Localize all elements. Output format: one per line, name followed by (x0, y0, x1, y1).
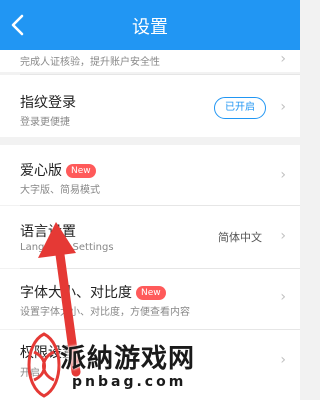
language-label: 语言设置 (20, 224, 76, 240)
chevron-right-icon: › (280, 289, 286, 305)
love-edition-text: 爱心版 (20, 163, 62, 179)
section-gap (0, 137, 300, 145)
page-title: 设置 (132, 17, 168, 38)
chevron-right-icon: › (280, 99, 286, 115)
watermark-url: pnbag.com (72, 374, 187, 390)
watermark-logo: 派納游戏网 (60, 344, 196, 374)
language-value: 简体中文 (218, 231, 262, 244)
new-badge: New (136, 286, 166, 300)
chevron-right-icon: › (280, 228, 286, 244)
language-subtitle: Language Settings (20, 242, 114, 253)
chevron-right-icon: › (280, 167, 286, 183)
fingerprint-label: 指纹登录 (20, 95, 76, 111)
font-size-subtitle: 设置字体大小、对比度，方便查看内容 (20, 307, 190, 318)
settings-row-love-edition[interactable]: 爱心版 New 大字版、简易模式 › (0, 145, 300, 205)
settings-row-font-size[interactable]: 字体大小、对比度 New 设置字体大小、对比度，方便查看内容 › (0, 269, 300, 329)
auth-subtitle: 完成人证核验，提升账户安全性 (20, 57, 160, 68)
fingerprint-status-pill[interactable]: 已开启 (214, 97, 266, 119)
settings-row-fingerprint[interactable]: 指纹登录 登录更便捷 已开启 › (0, 75, 300, 137)
settings-row-auth[interactable]: 完成人证核验，提升账户安全性 › (0, 50, 300, 72)
settings-row-language[interactable]: 语言设置 Language Settings 简体中文 › (0, 206, 300, 268)
love-edition-subtitle: 大字版、简易模式 (20, 185, 100, 196)
chevron-right-icon: › (280, 51, 286, 67)
chevron-right-icon: › (280, 352, 286, 368)
font-size-text: 字体大小、对比度 (20, 285, 132, 301)
new-badge: New (66, 164, 96, 178)
fingerprint-subtitle: 登录更便捷 (20, 117, 70, 128)
app-header: 设置 (0, 0, 300, 50)
love-edition-label: 爱心版 New (20, 160, 96, 180)
font-size-label: 字体大小、对比度 New (20, 282, 166, 302)
